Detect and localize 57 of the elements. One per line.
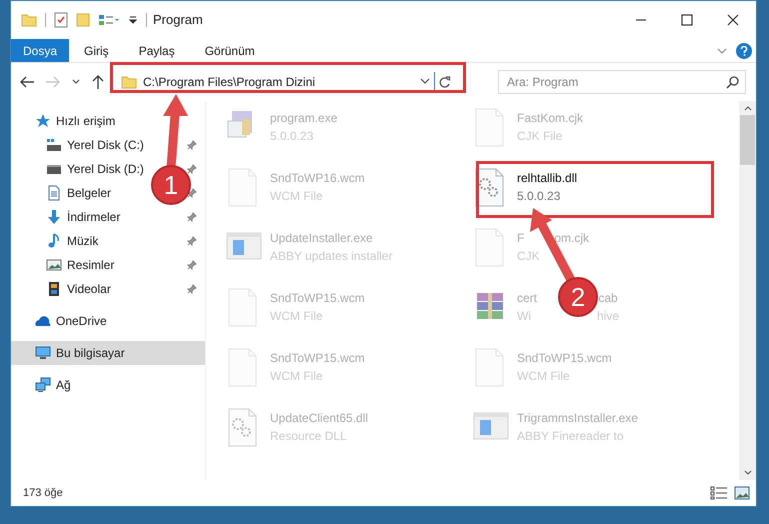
checklist-icon[interactable] [54,12,68,28]
properties-icon[interactable] [98,13,120,27]
nav-item[interactable]: Bu bilgisayar [35,344,125,362]
nav-item[interactable]: Müzik [46,232,98,250]
nav-item[interactable]: İndirmeler [46,208,120,226]
search-field[interactable]: Ara: Program [498,70,746,94]
ribbon-tab[interactable]: Giriş [69,39,124,62]
drive-icon [46,137,62,153]
file-name: F [517,230,524,247]
scroll-thumb[interactable] [740,115,755,165]
nav-item[interactable]: Yerel Disk (C:) [46,136,144,154]
file-name: relhtallib.dll [517,170,578,187]
dropdown-icon[interactable] [128,15,138,25]
close-icon [727,14,739,26]
document-icon [46,185,62,201]
file-name: FastKom.cjk [517,110,584,127]
file-name: SndToWP15.wcm [270,290,365,307]
ribbon-tab[interactable]: Paylaş [124,39,190,62]
scrollbar[interactable] [739,101,756,480]
file-tab[interactable]: Dosya [11,39,70,62]
up-icon[interactable] [91,74,105,90]
folder-icon [121,75,137,89]
large-icons-view-icon[interactable] [734,486,750,500]
file-name: UpdateInstaller.exe [270,230,373,247]
file-name: SndToWP16.wcm [270,170,365,187]
film-icon [46,281,62,297]
maximize-icon [681,14,693,26]
nav-item[interactable]: Hızlı erişim [35,112,116,130]
file-name: cert [517,290,538,307]
file-name: UpdateClient65.dll [270,410,368,427]
file-name: SndToWP15.wcm [270,350,365,367]
nav-item[interactable]: Yerel Disk (D:) [46,160,144,178]
nav-item[interactable]: Belgeler [46,184,112,202]
nav-item[interactable]: Resimler [46,256,114,274]
network-icon [35,377,51,393]
file-name: om.cjk [554,230,590,247]
picture-icon [46,257,62,273]
download-arrow-icon [46,209,62,225]
file-detail: 5.0.0.23 [517,188,560,205]
window-title: Program [153,11,203,30]
details-view-icon[interactable] [710,486,728,500]
file-name: SndToWP15.wcm [517,350,612,367]
nav-item[interactable]: OneDrive [35,312,107,330]
monitor-icon [35,345,51,361]
ribbon-tab[interactable]: Görünüm [190,39,270,62]
nav-item[interactable]: Videolar [46,280,111,298]
help-icon[interactable] [736,42,752,58]
nav-item[interactable]: Ağ [35,376,71,394]
address-field[interactable]: C:\Program Files\Program Dizini [117,72,455,92]
star-icon [35,113,51,129]
item-count: 173 öğe [23,486,63,501]
search-icon [726,75,740,89]
file-name: TrigrammsInstaller.exe [517,410,638,427]
file-name: program.exe [270,110,338,127]
music-note-icon [46,233,62,249]
back-icon[interactable] [19,75,35,89]
address-path: C:\Program Files\Program Dizini [143,74,316,91]
